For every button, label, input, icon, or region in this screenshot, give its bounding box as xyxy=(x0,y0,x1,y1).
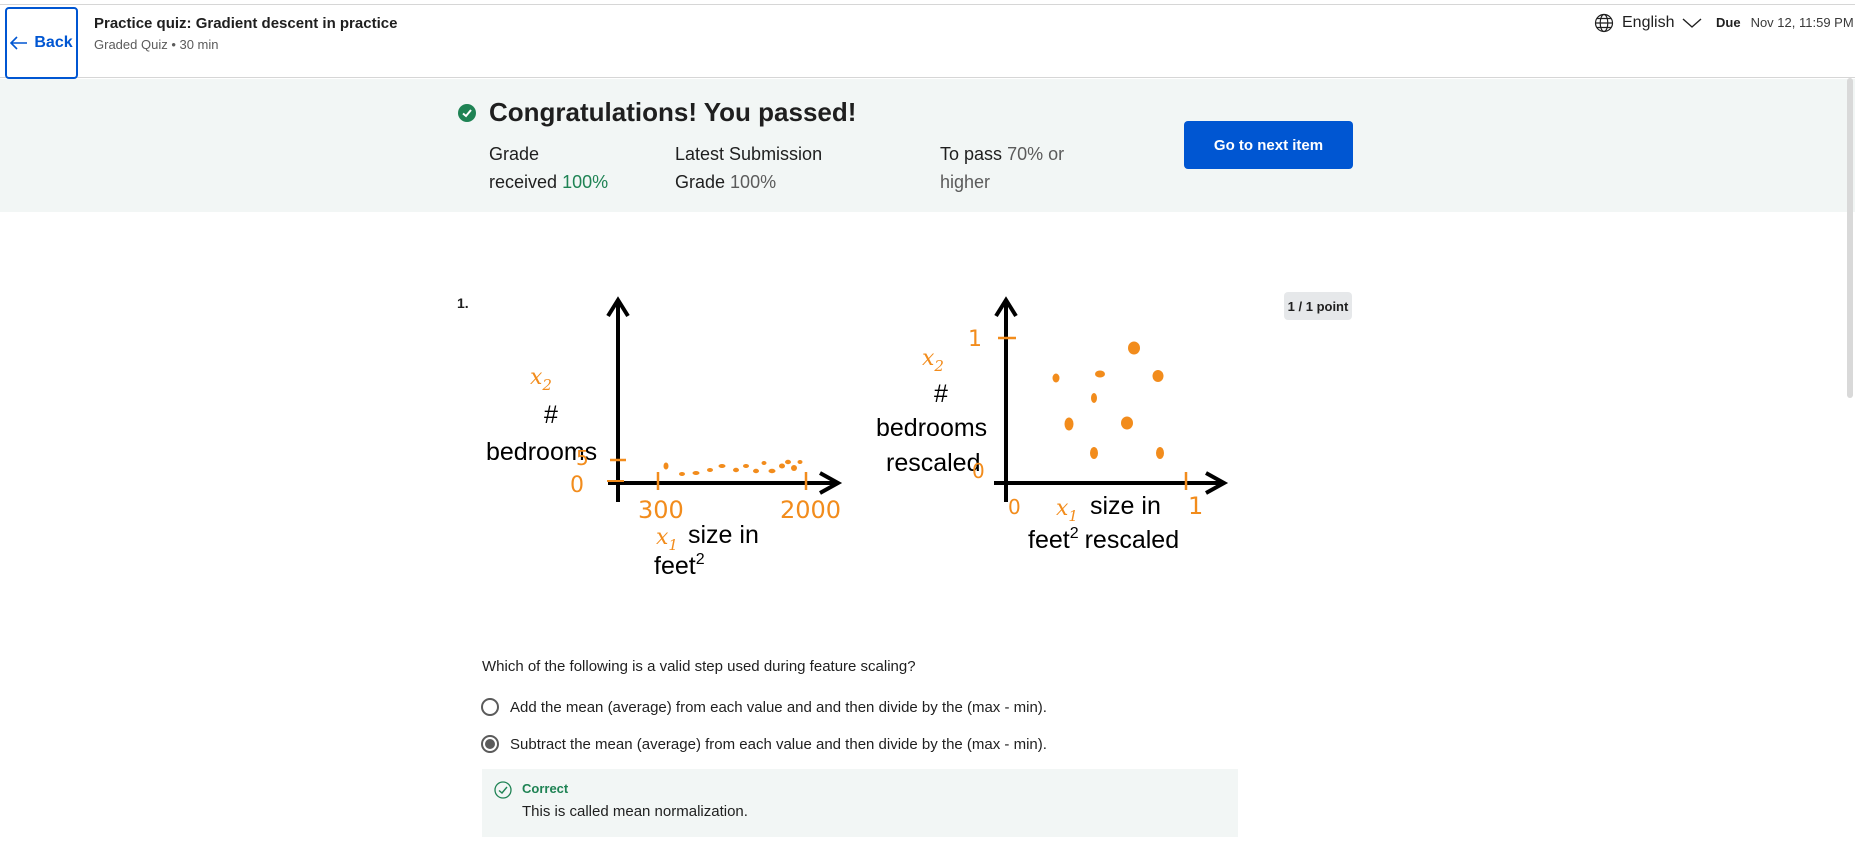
globe-icon xyxy=(1594,13,1614,33)
radio-unselected[interactable] xyxy=(481,698,499,716)
chevron-down-icon xyxy=(1683,18,1702,28)
feedback-title: Correct xyxy=(522,781,569,796)
to-pass-value-2: higher xyxy=(940,172,991,192)
right-plot: x2 # bedrooms rescaled 1 0 0 1 x1 size i… xyxy=(876,296,1229,554)
radio-selected[interactable] xyxy=(481,735,499,753)
right-y-label-1: # xyxy=(934,380,948,408)
question-number: 1. xyxy=(457,295,469,311)
latest-label-2: Grade xyxy=(675,172,726,192)
right-y-var: x2 xyxy=(922,346,944,375)
right-x-var: x1 xyxy=(1056,496,1078,525)
option-label: Subtract the mean (average) from each va… xyxy=(510,735,1047,753)
left-x-tick-low: 300 xyxy=(638,496,684,524)
option-label: Add the mean (average) from each value a… xyxy=(510,698,1047,716)
right-x-tick-high: 1 xyxy=(1188,492,1203,520)
scrollbar-thumb[interactable] xyxy=(1847,78,1853,398)
points-badge: 1 / 1 point xyxy=(1284,292,1352,320)
question-prompt: Which of the following is a valid step u… xyxy=(482,658,916,675)
left-y-var: x2 xyxy=(530,365,552,394)
option-subtract-mean[interactable]: Subtract the mean (average) from each va… xyxy=(481,735,1047,753)
check-circle-outline-icon xyxy=(494,781,512,799)
latest-label-1: Latest Submission xyxy=(675,144,823,164)
language-selector[interactable]: English xyxy=(1594,13,1702,33)
left-y-tick-low: 0 xyxy=(570,473,584,498)
right-x-label-1: size in xyxy=(1090,492,1161,520)
feedback-box: Correct This is called mean normalizatio… xyxy=(482,769,1238,837)
to-pass-label: To pass xyxy=(940,144,1003,164)
left-plot: x2 # bedrooms 0 5 300 2000 x1 size in fe… xyxy=(486,296,843,580)
grade-received: Grade received 100% xyxy=(489,140,608,196)
arrow-left-icon xyxy=(10,36,28,50)
back-label: Back xyxy=(34,34,73,51)
right-y-label-3: rescaled xyxy=(886,449,981,477)
grade-received-label-2: received xyxy=(489,172,558,192)
left-x-tick-high: 2000 xyxy=(780,496,841,524)
right-y-tick-high: 1 xyxy=(968,327,982,352)
grade-received-label-1: Grade xyxy=(489,144,540,164)
feature-scaling-figure: x2 # bedrooms 0 5 300 2000 x1 size in fe… xyxy=(486,296,1229,580)
radio-dot xyxy=(485,739,495,749)
left-y-label-1: # xyxy=(544,401,558,429)
pass-heading: Congratulations! You passed! xyxy=(489,97,857,127)
left-data-points xyxy=(663,459,803,476)
left-y-tick-high: 5 xyxy=(576,446,589,470)
grade-received-value: 100% xyxy=(562,172,609,192)
due-label: Due xyxy=(1716,15,1741,30)
left-x-var: x1 xyxy=(656,525,678,554)
latest-value: 100% xyxy=(730,172,777,192)
right-y-label-2: bedrooms xyxy=(876,414,987,442)
to-pass-value-1: 70% or xyxy=(1007,144,1065,164)
due-value: Nov 12, 11:59 PM + xyxy=(1750,15,1855,30)
right-x-tick-low: 0 xyxy=(1008,495,1021,519)
latest-submission-grade: Latest Submission Grade 100% xyxy=(675,140,822,196)
feedback-text: This is called mean normalization. xyxy=(522,803,748,820)
quiz-subtitle: Graded Quiz • 30 min xyxy=(94,37,219,52)
due-date: Due Nov 12, 11:59 PM + xyxy=(1716,15,1855,30)
to-pass: To pass 70% or higher xyxy=(940,140,1064,196)
quiz-title: Practice quiz: Gradient descent in pract… xyxy=(94,15,398,32)
back-button[interactable]: Back xyxy=(5,7,78,79)
left-x-label-1: size in xyxy=(688,521,759,549)
option-add-mean[interactable]: Add the mean (average) from each value a… xyxy=(481,698,1047,716)
go-to-next-item-button[interactable]: Go to next item xyxy=(1184,121,1353,169)
right-x-label-2: feet2 rescaled xyxy=(1028,525,1179,554)
top-bar: Back Practice quiz: Gradient descent in … xyxy=(0,4,1855,79)
check-circle-icon xyxy=(458,104,476,122)
right-y-tick-low: 0 xyxy=(972,459,985,483)
left-x-label-2: feet2 xyxy=(654,551,705,580)
language-label: English xyxy=(1622,14,1675,31)
right-data-points xyxy=(1052,341,1164,459)
result-banner xyxy=(0,79,1855,212)
